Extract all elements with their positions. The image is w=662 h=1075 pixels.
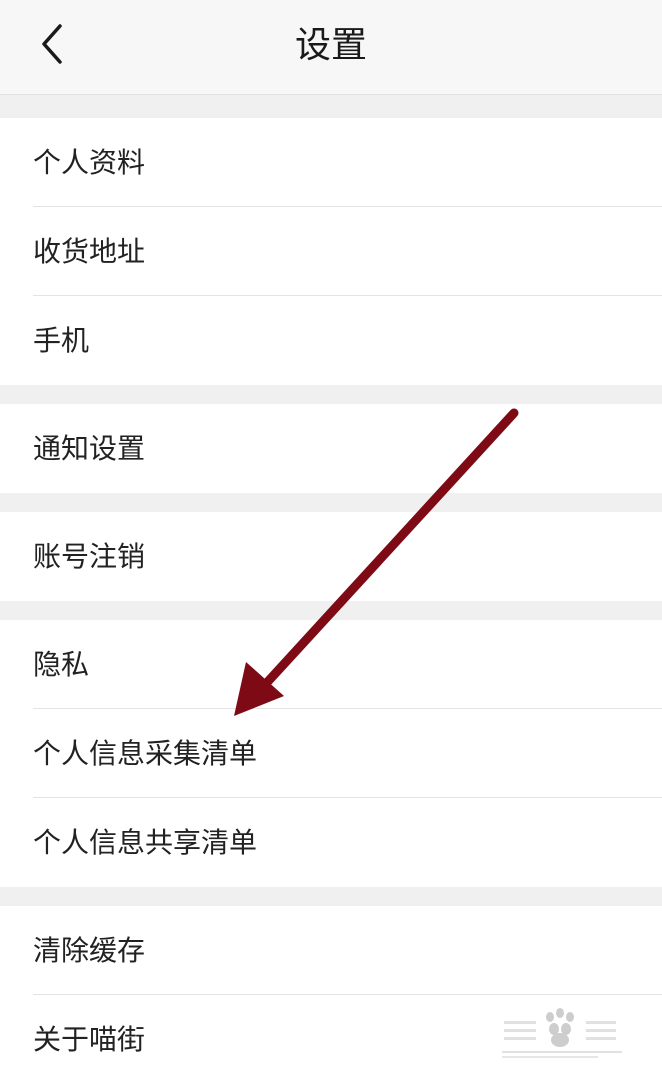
settings-item-info-sharing-list[interactable]: 个人信息共享清单: [0, 798, 662, 887]
settings-item-notifications[interactable]: 通知设置: [0, 404, 662, 493]
page-title: 设置: [294, 25, 367, 66]
settings-item-profile[interactable]: 个人资料: [0, 118, 662, 207]
settings-group-privacy: 隐私 个人信息采集清单 个人信息共享清单: [0, 620, 662, 887]
settings-item-label: 通知设置: [33, 432, 146, 465]
settings-group-notifications: 通知设置: [0, 404, 662, 493]
settings-group-account: 个人资料 收货地址 手机: [0, 118, 662, 385]
nav-bar: 设置: [0, 0, 662, 95]
settings-item-phone[interactable]: 手机: [0, 296, 662, 385]
settings-group-account-deletion: 账号注销: [0, 512, 662, 601]
settings-item-label: 个人信息采集清单: [33, 737, 258, 770]
settings-item-label: 清除缓存: [33, 934, 146, 967]
settings-item-label: 个人资料: [33, 146, 146, 179]
settings-item-privacy[interactable]: 隐私: [0, 620, 662, 709]
settings-item-label: 隐私: [33, 648, 90, 681]
settings-item-label: 账号注销: [33, 540, 146, 573]
settings-item-address[interactable]: 收货地址: [0, 207, 662, 296]
baidu-jingyan-watermark-icon: [502, 1008, 622, 1058]
settings-item-label: 个人信息共享清单: [33, 826, 258, 859]
settings-item-label: 关于喵街: [33, 1023, 146, 1056]
settings-item-info-collection-list[interactable]: 个人信息采集清单: [0, 709, 662, 798]
settings-item-label: 收货地址: [33, 235, 146, 268]
settings-item-label: 手机: [33, 324, 90, 357]
settings-page: 设置 个人资料 收货地址 手机 通知设置 账号注销 隐私 个人信息采集清单 个人…: [0, 0, 662, 1075]
settings-item-clear-cache[interactable]: 清除缓存: [0, 906, 662, 995]
settings-item-account-deletion[interactable]: 账号注销: [0, 512, 662, 601]
